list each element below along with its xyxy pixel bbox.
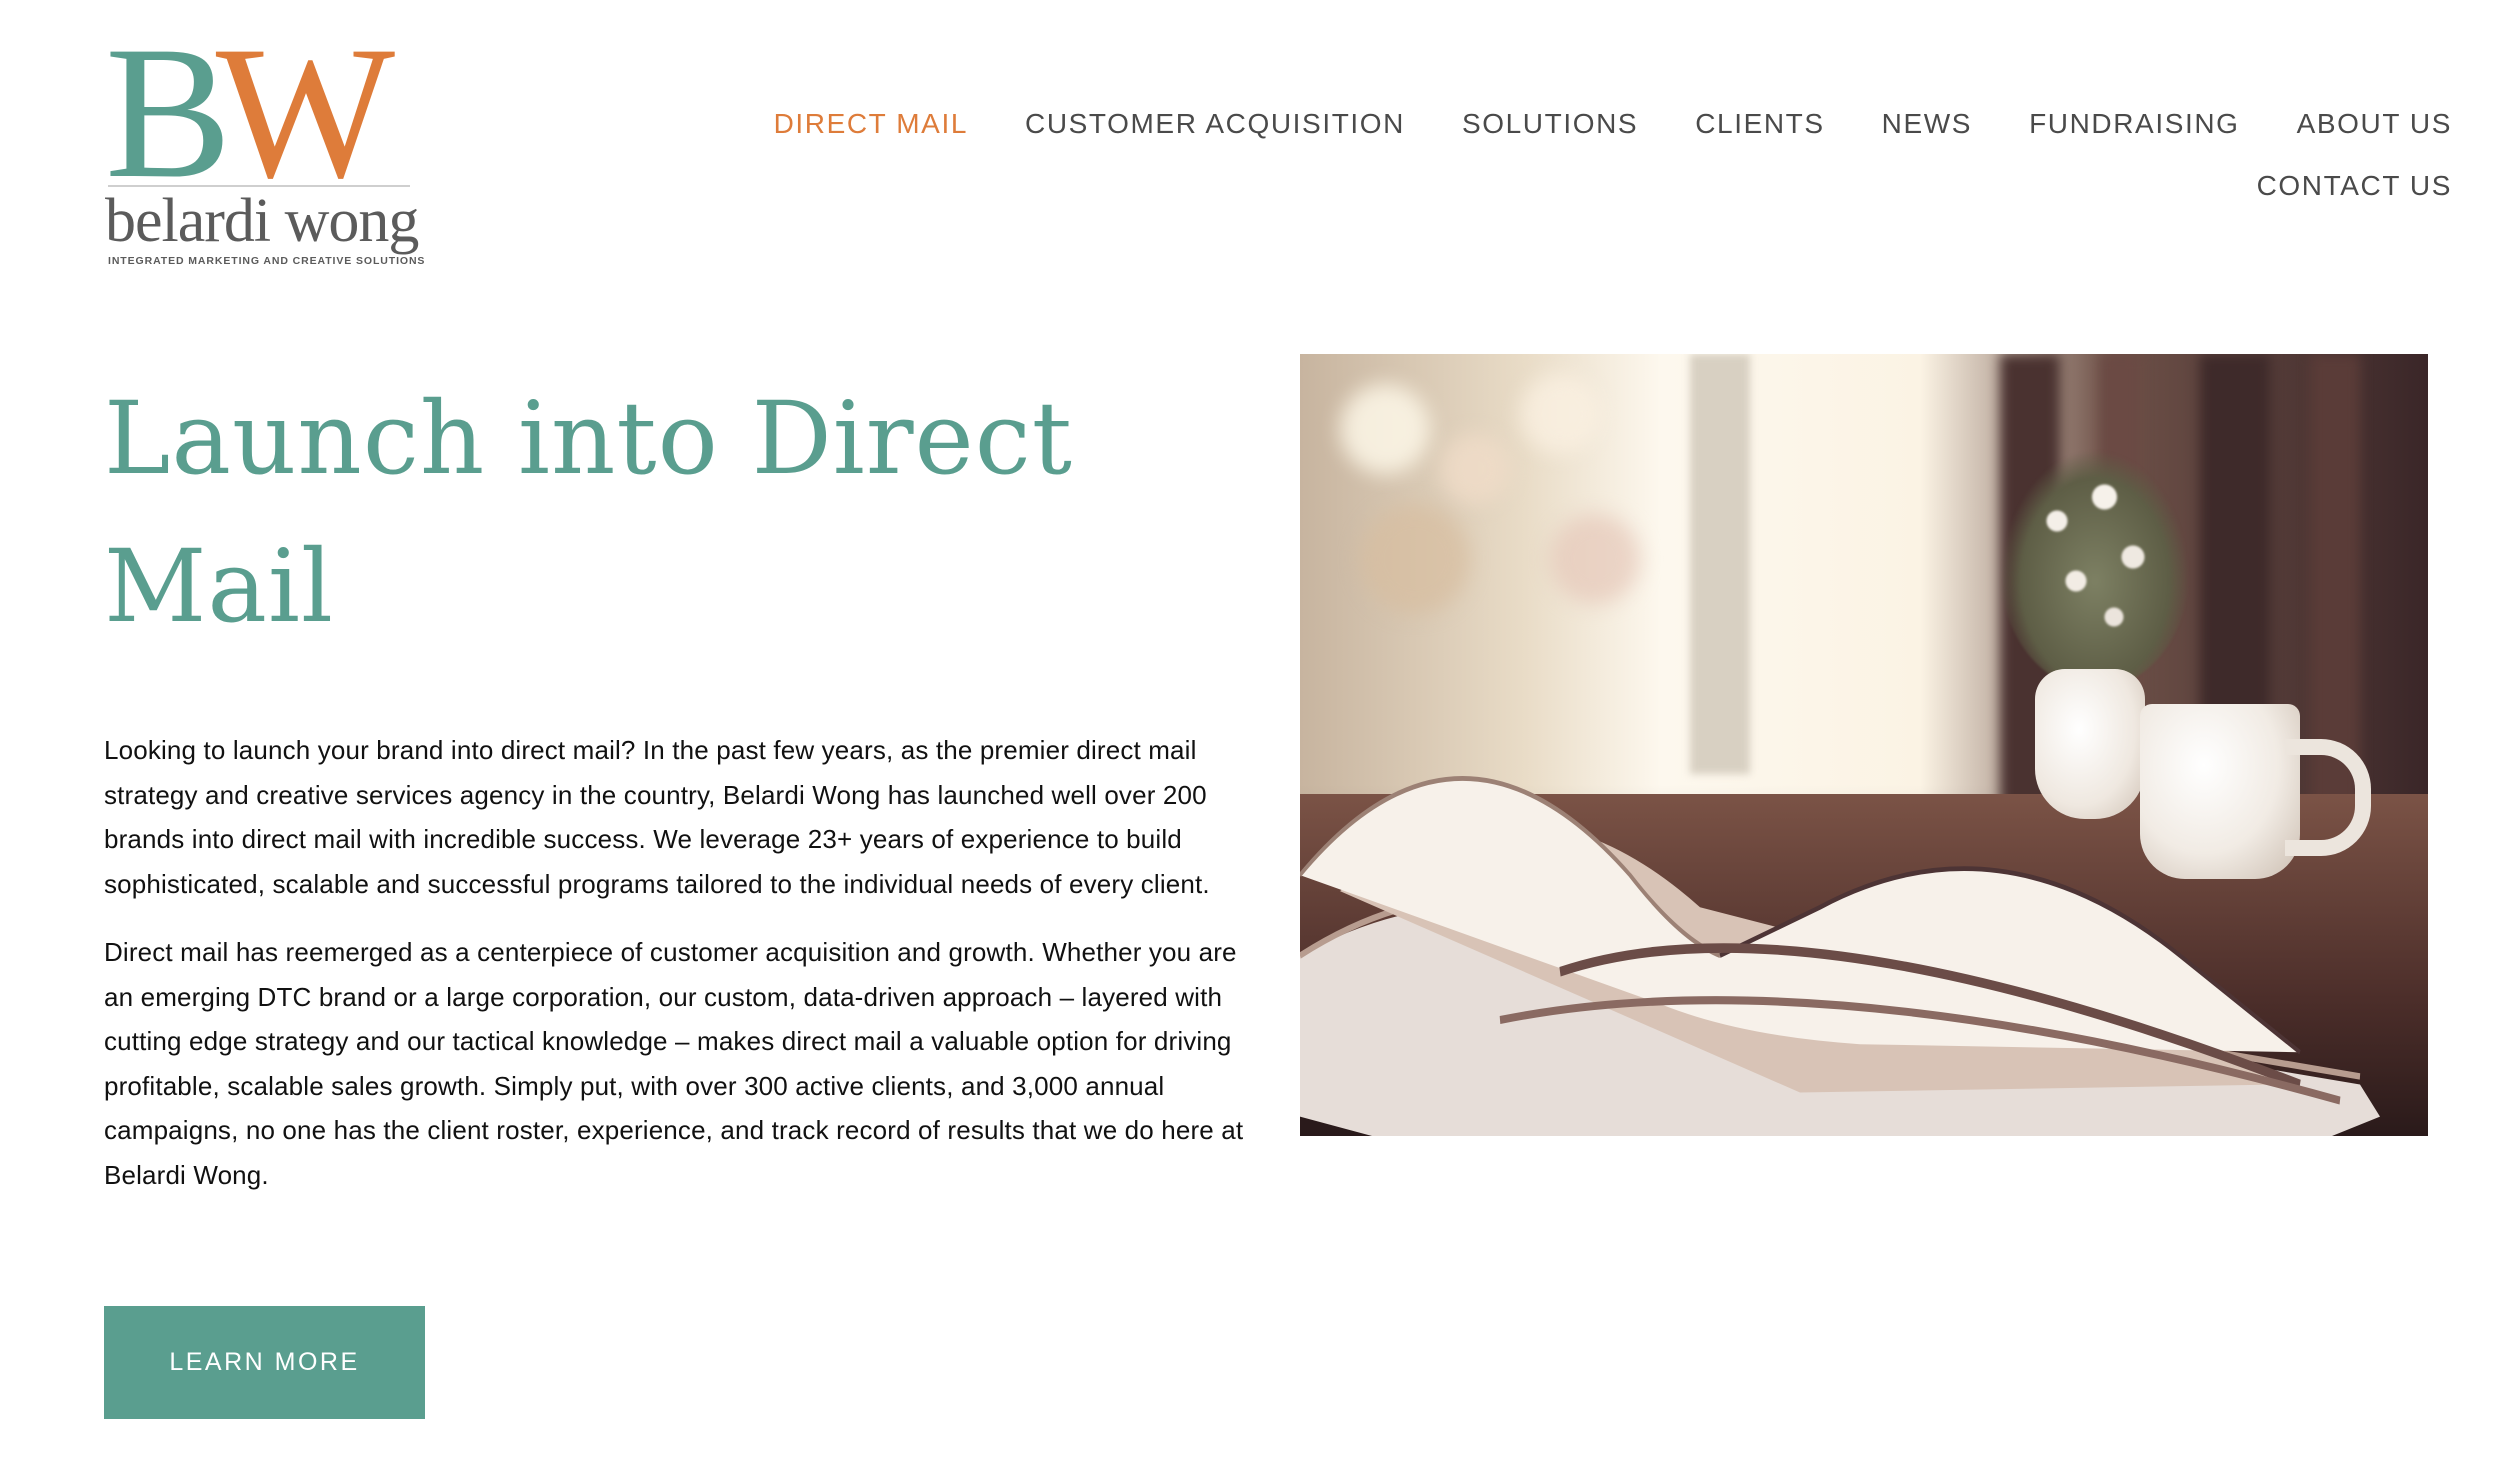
hero-bokeh: [1550, 514, 1640, 604]
nav-item-fundraising[interactable]: FUNDRAISING: [2029, 108, 2240, 140]
main-nav: DIRECT MAIL CUSTOMER ACQUISITION SOLUTIO…: [774, 104, 2452, 144]
main-nav-row-2: CONTACT US: [2257, 166, 2452, 206]
learn-more-button[interactable]: LEARN MORE: [104, 1306, 425, 1419]
hero-bokeh: [1340, 384, 1430, 474]
hero-image: [1300, 354, 2428, 1136]
nav-item-clients[interactable]: CLIENTS: [1695, 108, 1824, 140]
nav-item-solutions[interactable]: SOLUTIONS: [1462, 108, 1638, 140]
nav-item-customer-acquisition[interactable]: CUSTOMER ACQUISITION: [1025, 108, 1405, 140]
magazines-icon: [1300, 776, 2380, 1136]
intro-paragraph: Looking to launch your brand into direct…: [104, 735, 1210, 899]
logo-wordmark: belardi wong: [105, 187, 419, 255]
hero-bokeh: [1360, 504, 1470, 614]
hero-bokeh: [1440, 434, 1510, 504]
page-title: Launch into Direct Mail: [104, 380, 1073, 645]
intro-paragraph: Direct mail has reemerged as a centerpie…: [104, 937, 1244, 1190]
brand-logo[interactable]: BW belardi wong INTEGRATED MARKETING AND…: [105, 18, 426, 268]
intro-copy: Looking to launch your brand into direct…: [104, 728, 1254, 1221]
logo-tagline: INTEGRATED MARKETING AND CREATIVE SOLUTI…: [108, 255, 426, 267]
hero-window-frame: [1690, 354, 1750, 774]
nav-item-about-us[interactable]: ABOUT US: [2297, 108, 2452, 140]
hero-plant: [2000, 449, 2190, 689]
nav-item-contact-us[interactable]: CONTACT US: [2257, 170, 2452, 202]
nav-item-news[interactable]: NEWS: [1882, 108, 1972, 140]
hero-bokeh: [1520, 374, 1600, 454]
nav-item-direct-mail[interactable]: DIRECT MAIL: [774, 108, 968, 140]
logo-monogram: BW: [105, 18, 395, 208]
